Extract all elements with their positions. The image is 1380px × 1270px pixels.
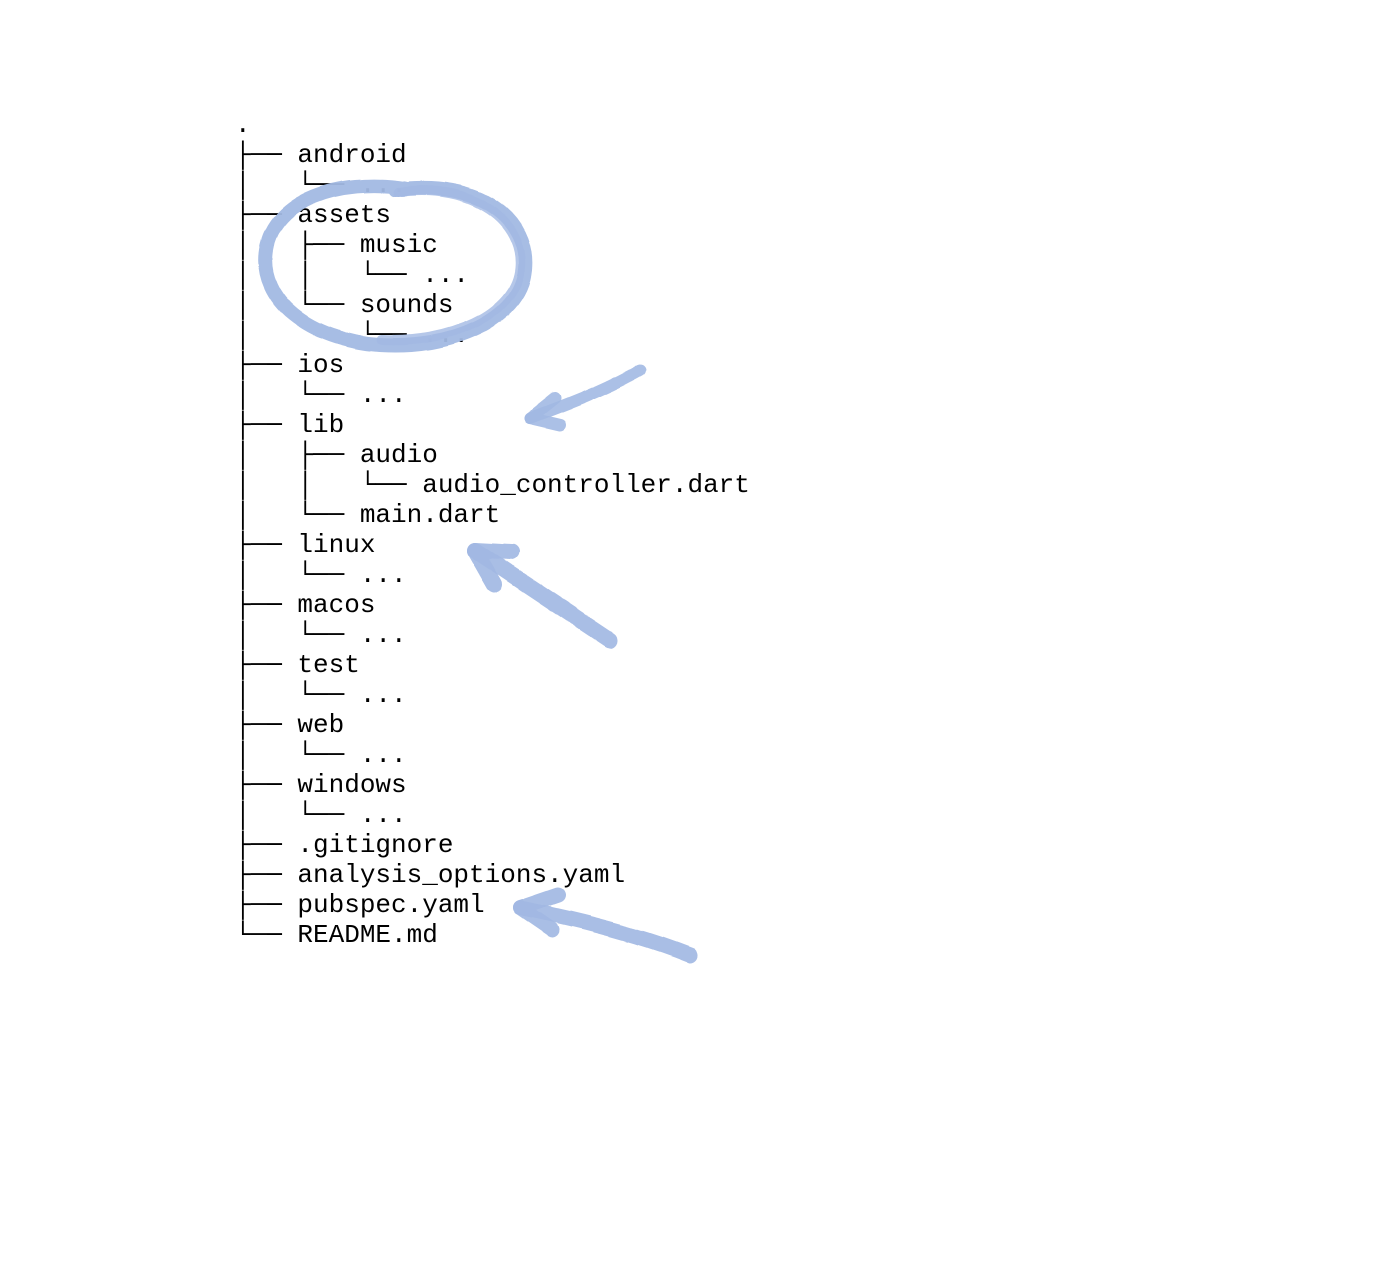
tree-line: │ └── main.dart (235, 500, 500, 530)
tree-line: │ │ └── ... (235, 260, 469, 290)
tree-line: │ ├── audio (235, 440, 438, 470)
tree-line: ├── test (235, 650, 360, 680)
tree-line: │ └── ... (235, 560, 407, 590)
tree-line: ├── assets (235, 200, 391, 230)
tree-line: │ └── ... (235, 680, 407, 710)
tree-line: │ └── ... (235, 170, 407, 200)
tree-line: │ ├── music (235, 230, 438, 260)
tree-line: ├── .gitignore (235, 830, 453, 860)
tree-line: ├── android (235, 140, 407, 170)
tree-line: │ └── ... (235, 740, 407, 770)
tree-line: ├── pubspec.yaml (235, 890, 485, 920)
tree-line: ├── analysis_options.yaml (235, 860, 625, 890)
directory-tree: . ├── android │ └── ... ├── assets │ ├──… (235, 110, 750, 950)
tree-line: ├── ios (235, 350, 344, 380)
tree-line: ├── lib (235, 410, 344, 440)
tree-line: │ └── ... (235, 380, 407, 410)
tree-line: │ └── ... (235, 620, 407, 650)
tree-line: . (235, 110, 251, 140)
tree-line: │ └── ... (235, 320, 469, 350)
tree-line: ├── macos (235, 590, 375, 620)
tree-line: └── README.md (235, 920, 438, 950)
tree-line: ├── windows (235, 770, 407, 800)
tree-line: ├── linux (235, 530, 375, 560)
tree-line: │ └── sounds (235, 290, 453, 320)
tree-line: ├── web (235, 710, 344, 740)
tree-line: │ │ └── audio_controller.dart (235, 470, 750, 500)
tree-line: │ └── ... (235, 800, 407, 830)
